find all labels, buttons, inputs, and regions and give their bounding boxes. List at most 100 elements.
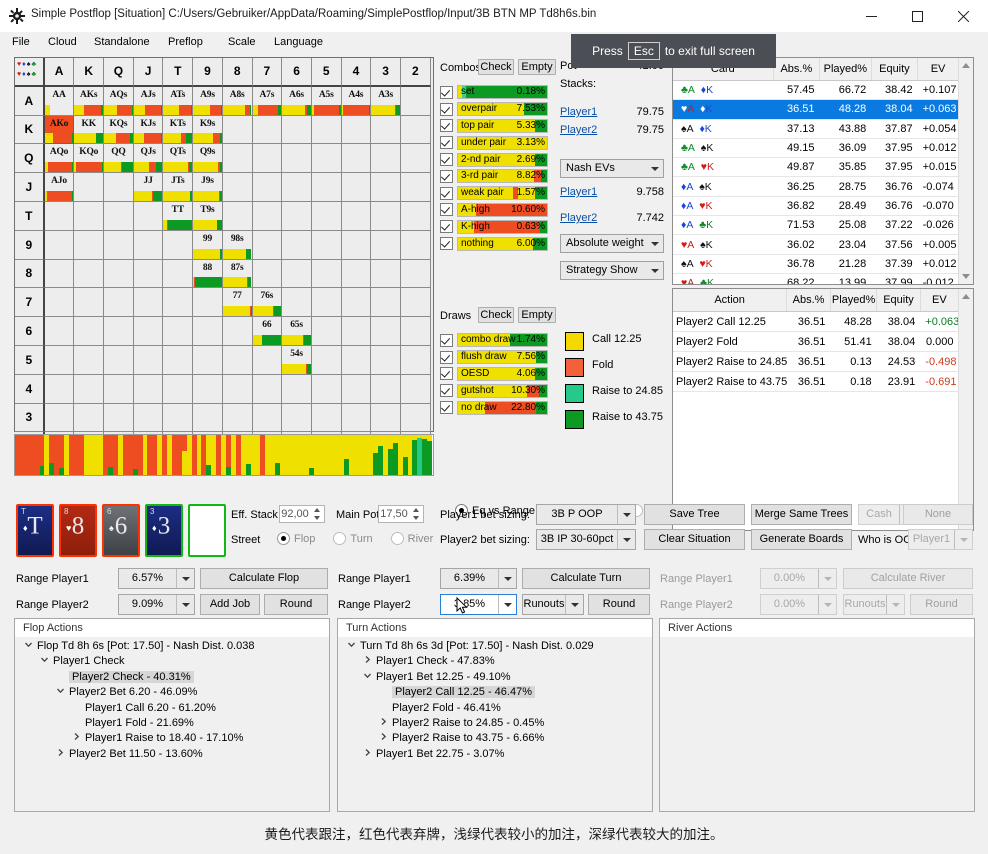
tree-node[interactable]: Player2 Raise to 43.75 - 6.66% (338, 731, 652, 746)
card-table-row[interactable]: ♥A ♣K68.2213.9937.99-0.012 (673, 273, 959, 284)
matrix-cell-A9s[interactable]: A9s (193, 87, 223, 116)
tree-node[interactable]: Player1 Call 6.20 - 61.20% (15, 701, 329, 716)
tree-node[interactable]: Player2 Bet 6.20 - 46.09% (15, 685, 329, 700)
tree-node[interactable]: Player1 Raise to 18.40 - 17.10% (15, 731, 329, 746)
chevron-right-icon[interactable] (360, 748, 374, 759)
matrix-cell-A6s[interactable]: A6s (282, 87, 312, 116)
combo-row-2-nd-pair[interactable]: 2-nd pair2.69% (440, 151, 548, 168)
action-table-header-played[interactable]: Played% (830, 289, 876, 312)
chevron-down-icon[interactable] (498, 569, 516, 588)
chevron-down-icon[interactable] (53, 686, 67, 697)
turn-actions-tree[interactable]: Turn Td 8h 6s 3d [Pot: 17.50] - Nash Dis… (338, 637, 652, 811)
matrix-cell-QQ[interactable]: QQ (104, 144, 134, 173)
chevron-down-icon[interactable] (344, 640, 358, 651)
tree-node[interactable]: Player1 Check (15, 654, 329, 669)
combo-row-set[interactable]: set0.18% (440, 84, 548, 101)
merge-same-trees-button[interactable]: Merge Same Trees (751, 504, 852, 525)
action-table-header-abs[interactable]: Abs.% (787, 289, 831, 312)
matrix-cell-AA[interactable]: AA (45, 87, 75, 116)
chevron-down-icon[interactable] (176, 569, 194, 588)
matrix-cell-76s[interactable]: 76s (253, 288, 283, 317)
calculate-turn-button[interactable]: Calculate Turn (522, 568, 650, 589)
matrix-cell-A5s[interactable]: A5s (312, 87, 342, 116)
card-table-row[interactable]: ♠A ♦K37.1343.8837.87+0.054 (673, 119, 959, 138)
combo-row-K-high[interactable]: K-high0.63% (440, 218, 548, 235)
who-is-oop-select[interactable]: Player1 (908, 529, 973, 550)
chevron-down-icon[interactable] (565, 595, 583, 614)
combo-row-weak-pair[interactable]: weak pair1.57% (440, 185, 548, 202)
matrix-cell-KK[interactable]: KK (74, 116, 104, 145)
tree-node[interactable]: Player2 Fold - 46.41% (338, 701, 652, 716)
action-table-row[interactable]: Player2 Fold36.5151.4138.040.000 (673, 332, 959, 352)
radio-icon[interactable] (333, 532, 346, 545)
card-table-header-ev[interactable]: EV (918, 58, 959, 81)
combo-row-under-pair[interactable]: under pair3.13% (440, 134, 548, 151)
matrix-cell-65s[interactable]: 65s (282, 317, 312, 346)
player1-bet-sizing-select[interactable]: 3B P OOP (536, 504, 636, 525)
flop-round-button[interactable]: Round (264, 594, 328, 615)
draw-row-OESD[interactable]: OESD4.06% (440, 366, 548, 383)
stacks-player1-link[interactable]: Player1 (560, 106, 597, 118)
card-table-row[interactable]: ♦A ♥K36.8228.4936.76-0.070 (673, 196, 959, 215)
chevron-right-icon[interactable] (376, 717, 390, 728)
combo-row-nothing[interactable]: nothing6.00% (440, 235, 548, 252)
matrix-cell-Q9s[interactable]: Q9s (193, 144, 223, 173)
action-table-row[interactable]: Player2 Call 12.2536.5148.2838.04+0.063 (673, 312, 959, 332)
hand-range-matrix[interactable]: ♥♦♠♣♥♦♠♣AKQJT98765432AAAAKsAQsAJsATsA9sA… (14, 57, 434, 432)
checkbox-checked-icon[interactable] (440, 384, 453, 397)
draw-row-combo-draw[interactable]: combo draw1.74% (440, 332, 548, 349)
river-range-player1-select[interactable]: 0.00% (760, 568, 837, 589)
flop-add-job-button[interactable]: Add Job (200, 594, 260, 615)
stepper-up-icon[interactable] (312, 506, 323, 514)
flop-range-player1-select[interactable]: 6.57% (118, 568, 195, 589)
flop-actions-panel[interactable]: Flop Actions Flop Td 8h 6s [Pot: 17.50] … (14, 618, 330, 812)
matrix-cell-99[interactable]: 99 (193, 231, 223, 260)
matrix-cell-AJs[interactable]: AJs (134, 87, 164, 116)
tree-node[interactable]: Player1 Bet 22.75 - 3.07% (338, 747, 652, 762)
scroll-down-icon[interactable] (962, 274, 970, 279)
clear-situation-button[interactable]: Clear Situation (644, 529, 745, 550)
radio-icon[interactable] (391, 532, 404, 545)
checkbox-checked-icon[interactable] (440, 153, 453, 166)
action-table-header-action[interactable]: Action (673, 289, 787, 312)
river-actions-panel[interactable]: River Actions (659, 618, 975, 812)
card-table-row[interactable]: ♦A ♣K71.5325.0837.22-0.026 (673, 216, 959, 235)
matrix-cell-K9s[interactable]: K9s (193, 116, 223, 145)
street-radios[interactable]: FlopTurnRiver (277, 532, 433, 545)
calculate-flop-button[interactable]: Calculate Flop (200, 568, 328, 589)
draws-empty-button[interactable]: Empty (518, 307, 556, 323)
matrix-cell-JTs[interactable]: JTs (163, 173, 193, 202)
menu-item-scale[interactable]: Scale (224, 34, 260, 50)
turn-range-player1-select[interactable]: 6.39% (440, 568, 517, 589)
chevron-down-icon[interactable] (617, 505, 635, 524)
chevron-right-icon[interactable] (376, 732, 390, 743)
stacks-player2-link[interactable]: Player2 (560, 124, 597, 136)
board-card-8♥[interactable]: 8♥8 (59, 504, 97, 557)
board-card-3♦[interactable]: 3♦3 (145, 504, 183, 557)
card-table-row[interactable]: ♣A ♠K49.1536.0937.95+0.012 (673, 138, 959, 157)
scroll-up-icon[interactable] (962, 294, 970, 299)
turn-round-button[interactable]: Round (588, 594, 650, 615)
maximize-button[interactable] (896, 0, 942, 31)
board-card-T♦[interactable]: T♦T (16, 504, 54, 557)
combo-row-top-pair[interactable]: top pair5.33% (440, 118, 548, 135)
none-button[interactable]: None (903, 504, 973, 525)
street-radio-river[interactable]: River (391, 532, 434, 545)
player2-bet-sizing-select[interactable]: 3B IP 30-60pct (536, 529, 636, 550)
card-equity-table-panel[interactable]: CardAbs.%Played%EquityEV ♣A ♦K57.4566.72… (672, 57, 974, 285)
ev-mode-select[interactable]: Nash EVs (560, 159, 664, 178)
chevron-down-icon[interactable] (360, 671, 374, 682)
matrix-cell-77[interactable]: 77 (223, 288, 253, 317)
combo-row-overpair[interactable]: overpair7.53% (440, 101, 548, 118)
matrix-cell-KQo[interactable]: KQo (74, 144, 104, 173)
matrix-cell-TT[interactable]: TT (163, 202, 193, 231)
stepper-up-icon[interactable] (411, 506, 422, 514)
tree-node[interactable]: Player1 Check - 47.83% (338, 654, 652, 669)
generate-boards-button[interactable]: Generate Boards (751, 529, 852, 550)
combo-row-A-high[interactable]: A-high10.60% (440, 202, 548, 219)
card-table-header-equity[interactable]: Equity (871, 58, 917, 81)
river-range-player2-select[interactable]: 0.00% (760, 594, 837, 615)
card-table-scrollbar[interactable] (958, 58, 973, 284)
card-table-row[interactable]: ♣A ♥K49.8735.8537.95+0.015 (673, 158, 959, 177)
tree-node[interactable]: Player2 Call 12.25 - 46.47% (338, 685, 652, 700)
